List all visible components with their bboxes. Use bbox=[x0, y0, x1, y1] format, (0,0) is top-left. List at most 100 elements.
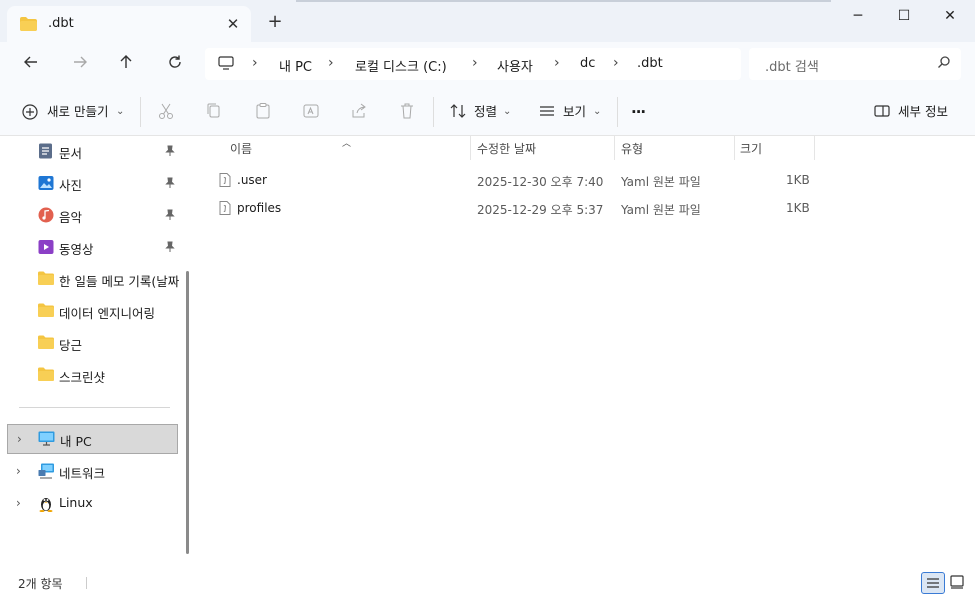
new-button[interactable]: 새로 만들기 bbox=[47, 99, 108, 125]
file-name[interactable]: .user bbox=[237, 173, 267, 187]
new-tab-icon[interactable]: + bbox=[265, 12, 285, 32]
sidebar-item-music[interactable]: 음악 bbox=[0, 200, 180, 230]
delete-icon[interactable] bbox=[398, 102, 418, 122]
pin-icon bbox=[164, 241, 176, 253]
maximize-button[interactable]: ☐ bbox=[881, 4, 927, 28]
search-input[interactable]: .dbt 검색 bbox=[749, 48, 961, 80]
folder-icon bbox=[38, 367, 54, 383]
large-icons-view-button[interactable] bbox=[946, 572, 970, 594]
breadcrumb-separator: › bbox=[554, 55, 560, 71]
pin-icon bbox=[164, 177, 176, 189]
item-count: 2개 항목 bbox=[18, 577, 63, 591]
column-divider[interactable] bbox=[470, 136, 471, 160]
share-icon[interactable] bbox=[350, 102, 370, 122]
column-header-type[interactable]: 유형 bbox=[621, 140, 643, 157]
breadcrumb-this-pc[interactable]: 내 PC bbox=[279, 56, 312, 75]
back-icon[interactable] bbox=[17, 51, 45, 79]
forward-icon[interactable] bbox=[66, 51, 94, 79]
command-bar: 새로 만들기 ⌄ 정렬 ⌄ 보기 ⌄ ··· 세부 정보 bbox=[0, 87, 975, 136]
sidebar-item-documents[interactable]: 문서 bbox=[0, 136, 180, 166]
column-header-modified[interactable]: 수정한 날짜 bbox=[477, 140, 536, 157]
folder-icon bbox=[38, 303, 54, 319]
copy-icon[interactable] bbox=[205, 102, 225, 122]
breadcrumb-local-disk[interactable]: 로컬 디스크 (C:) bbox=[355, 56, 447, 75]
chevron-right-icon[interactable]: › bbox=[16, 464, 21, 478]
sidebar-divider bbox=[19, 407, 170, 408]
folder-icon bbox=[38, 271, 54, 287]
sort-button[interactable]: 정렬 bbox=[474, 99, 497, 125]
sidebar-item-folder[interactable]: 스크린샷 bbox=[0, 360, 180, 390]
file-row[interactable]: .user 2025-12-30 오후 7:40 Yaml 원본 파일 1KB bbox=[195, 166, 975, 194]
pin-icon bbox=[164, 145, 176, 157]
refresh-icon[interactable] bbox=[161, 51, 189, 79]
file-modified: 2025-12-30 오후 7:40 bbox=[477, 175, 604, 189]
paste-icon[interactable] bbox=[254, 102, 274, 122]
close-window-button[interactable]: ✕ bbox=[927, 4, 973, 28]
address-bar[interactable]: › 내 PC › 로컬 디스크 (C:) › 사용자 › dc › .dbt bbox=[205, 48, 741, 80]
sidebar-item-this-pc[interactable]: › 내 PC bbox=[7, 424, 178, 454]
details-button[interactable]: 세부 정보 bbox=[898, 99, 948, 125]
breadcrumb-dc[interactable]: dc bbox=[580, 56, 595, 71]
chevron-right-icon[interactable]: › bbox=[16, 496, 21, 510]
this-pc-icon bbox=[38, 431, 55, 447]
add-icon bbox=[21, 103, 41, 123]
tab-title: .dbt bbox=[48, 16, 74, 31]
cut-icon[interactable] bbox=[157, 102, 177, 122]
sidebar-item-label: 네트워크 bbox=[59, 466, 106, 481]
column-header-name[interactable]: 이름 bbox=[230, 140, 252, 157]
view-button[interactable]: 보기 bbox=[563, 99, 586, 125]
search-icon bbox=[937, 55, 951, 72]
file-size: 1KB bbox=[786, 173, 810, 187]
navigation-pane: 문서 사진 음악 동영상 한 일들 메모 기록(날짜 데이터 엔지니어링 당근 … bbox=[0, 136, 195, 572]
file-row[interactable]: profiles 2025-12-29 오후 5:37 Yaml 원본 파일 1… bbox=[195, 194, 975, 222]
rename-icon[interactable] bbox=[302, 102, 322, 122]
toolbar-divider bbox=[140, 97, 141, 127]
more-options-button[interactable]: ··· bbox=[631, 99, 646, 125]
file-name[interactable]: profiles bbox=[237, 201, 281, 215]
file-icon bbox=[219, 173, 231, 187]
tab-dbt[interactable]: .dbt ✕ bbox=[7, 6, 251, 42]
file-size: 1KB bbox=[786, 201, 810, 215]
sidebar-item-videos[interactable]: 동영상 bbox=[0, 232, 180, 262]
file-icon bbox=[219, 201, 231, 215]
title-bar: .dbt ✕ + ─ ☐ ✕ bbox=[0, 0, 975, 42]
up-icon[interactable] bbox=[112, 51, 140, 79]
chevron-down-icon[interactable]: ⌄ bbox=[116, 99, 124, 125]
status-bar: 2개 항목 bbox=[0, 572, 975, 594]
sidebar-item-pictures[interactable]: 사진 bbox=[0, 168, 180, 198]
breadcrumb-dbt[interactable]: .dbt bbox=[637, 56, 663, 71]
column-header-size[interactable]: 크기 bbox=[740, 140, 762, 157]
column-divider[interactable] bbox=[734, 136, 735, 160]
chevron-down-icon[interactable]: ⌄ bbox=[503, 99, 511, 125]
music-icon bbox=[38, 207, 54, 223]
file-type: Yaml 원본 파일 bbox=[621, 203, 701, 217]
linux-icon bbox=[38, 495, 54, 512]
sidebar-item-label: 내 PC bbox=[60, 434, 92, 449]
sort-icon bbox=[449, 102, 469, 122]
sidebar-item-linux[interactable]: › Linux bbox=[0, 488, 180, 518]
minimize-button[interactable]: ─ bbox=[835, 4, 881, 28]
sidebar-item-network[interactable]: › 네트워크 bbox=[0, 456, 180, 486]
document-icon bbox=[38, 143, 54, 159]
sidebar-item-folder[interactable]: 당근 bbox=[0, 328, 180, 358]
network-icon bbox=[38, 463, 54, 479]
sidebar-item-folder[interactable]: 데이터 엔지니어링 bbox=[0, 296, 180, 326]
sidebar-item-label: 당근 bbox=[59, 338, 83, 353]
details-pane-icon bbox=[873, 102, 893, 122]
sidebar-item-label: 동영상 bbox=[59, 242, 94, 257]
sidebar-item-folder[interactable]: 한 일들 메모 기록(날짜 bbox=[0, 264, 183, 294]
address-row: › 내 PC › 로컬 디스크 (C:) › 사용자 › dc › .dbt .… bbox=[0, 42, 975, 87]
chevron-down-icon[interactable]: ⌄ bbox=[593, 99, 601, 125]
pin-icon bbox=[164, 209, 176, 221]
sidebar-scrollbar[interactable] bbox=[186, 271, 189, 554]
breadcrumb-users[interactable]: 사용자 bbox=[497, 56, 533, 75]
chevron-right-icon[interactable]: › bbox=[17, 432, 22, 446]
column-divider[interactable] bbox=[614, 136, 615, 160]
sidebar-item-label: Linux bbox=[59, 495, 93, 510]
breadcrumb-separator: › bbox=[252, 55, 258, 71]
tab-close-icon[interactable]: ✕ bbox=[223, 14, 243, 34]
view-icon bbox=[538, 102, 558, 122]
folder-icon bbox=[20, 17, 37, 34]
column-divider[interactable] bbox=[814, 136, 815, 160]
details-view-button[interactable] bbox=[921, 572, 945, 594]
